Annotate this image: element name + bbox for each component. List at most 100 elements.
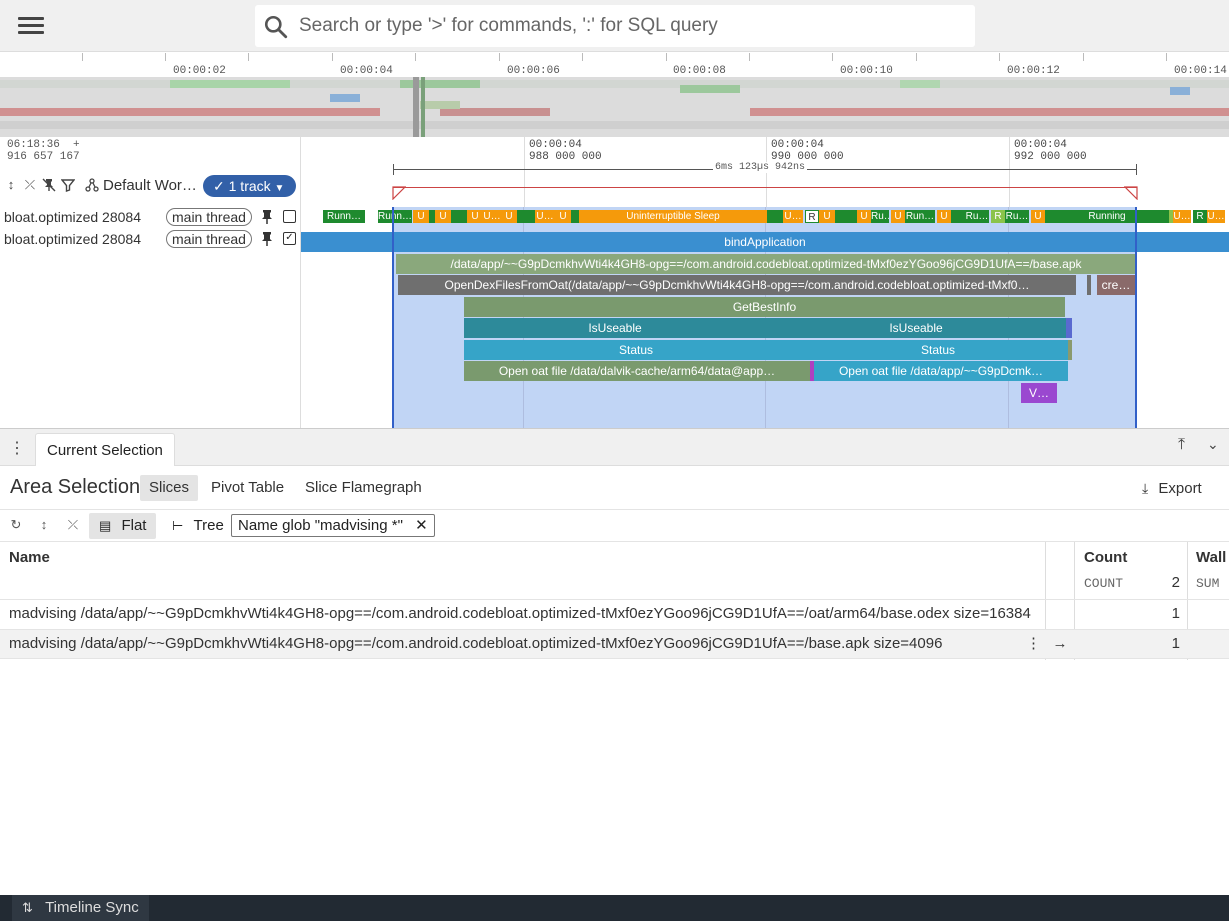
selection-start-handle[interactable]: [392, 186, 406, 200]
pin-icon[interactable]: [261, 231, 273, 247]
thread-state[interactable]: [835, 210, 857, 223]
thread-state[interactable]: U…: [1173, 210, 1191, 223]
thread-state[interactable]: Ru…: [965, 210, 989, 223]
slice-status[interactable]: Status: [464, 340, 808, 360]
expand-all-icon[interactable]: ↕: [4, 178, 18, 192]
thread-state[interactable]: [951, 210, 965, 223]
subtab-pivot-table[interactable]: Pivot Table: [202, 475, 293, 501]
tab-current-selection[interactable]: Current Selection: [35, 433, 175, 466]
thread-state[interactable]: U: [413, 210, 429, 223]
column-header-name[interactable]: Name: [9, 549, 50, 566]
thread-state[interactable]: U: [937, 210, 951, 223]
workspace-selector[interactable]: Default Wor…: [103, 177, 197, 194]
slice-small[interactable]: [1087, 275, 1091, 295]
tree-view-button[interactable]: ⊢ Tree: [166, 513, 230, 539]
track-checkbox[interactable]: [283, 210, 296, 223]
thread-state[interactable]: Runn…: [378, 210, 412, 223]
timeline-sync-button[interactable]: ⇅ Timeline Sync: [12, 895, 149, 921]
slice-v[interactable]: V…: [1021, 383, 1057, 403]
thread-state[interactable]: U: [1031, 210, 1045, 223]
thread-state[interactable]: [451, 210, 467, 223]
thread-state[interactable]: Running: [1045, 210, 1169, 223]
slice-base-apk[interactable]: /data/app/~~G9pDcmkhvWti4k4GH8-opg==/com…: [396, 254, 1136, 274]
row-count: 1: [1171, 605, 1180, 622]
table-icon: ▤: [99, 518, 112, 533]
refresh-icon[interactable]: ↻: [9, 518, 23, 532]
time-ruler[interactable]: 00:00:04 988 000 000 00:00:04 990 000 000 …: [301, 137, 1229, 207]
thread-state[interactable]: U: [555, 210, 571, 223]
flat-view-button[interactable]: ▤ Flat: [89, 513, 157, 539]
selection-end-handle[interactable]: [1124, 186, 1138, 200]
search-input[interactable]: [299, 5, 959, 47]
track-header-slices[interactable]: bloat.optimized 28084 main thread ✓: [0, 229, 301, 428]
maximize-panel-icon[interactable]: ⤒: [1178, 436, 1185, 454]
track-canvas[interactable]: Runn… Runn… U U U U… U U… U Uninterrupti…: [301, 207, 1229, 428]
omnibox[interactable]: [255, 5, 975, 47]
thread-state[interactable]: R: [991, 210, 1005, 223]
thread-state[interactable]: Run…: [905, 210, 935, 223]
collapse-panel-icon[interactable]: ⌄: [1207, 436, 1219, 453]
thread-state[interactable]: Ru…: [1005, 210, 1029, 223]
area-selection-bar[interactable]: [393, 187, 1137, 188]
filter-icon[interactable]: [60, 178, 76, 192]
table-row[interactable]: madvising /data/app/~~G9pDcmkhvWti4k4GH8…: [0, 629, 1229, 659]
thread-state[interactable]: Uninterruptible Sleep: [579, 210, 767, 223]
unpin-all-icon[interactable]: [42, 178, 56, 192]
time-offset-plus: +: [73, 139, 80, 151]
collapse-all-icon[interactable]: ⤫: [23, 178, 37, 192]
download-icon: ⤓: [1142, 480, 1149, 496]
export-button[interactable]: ⤓ Export: [1142, 475, 1202, 501]
thread-state[interactable]: U: [891, 210, 905, 223]
thread-state[interactable]: U: [501, 210, 517, 223]
table-row[interactable]: madvising /data/app/~~G9pDcmkhvWti4k4GH8…: [0, 599, 1229, 629]
count-total: 2: [1171, 574, 1180, 591]
expand-icon[interactable]: ↕: [37, 518, 51, 532]
thread-state[interactable]: R: [805, 210, 819, 223]
pin-icon[interactable]: [261, 209, 273, 225]
slice-bindapplication[interactable]: bindApplication: [301, 232, 1229, 252]
track-checkbox[interactable]: ✓: [283, 232, 296, 245]
slice-isuseable[interactable]: IsUseable: [766, 318, 1066, 338]
overview-timeline[interactable]: 00:00:02 00:00:04 00:00:06 00:00:08 00:0…: [0, 53, 1229, 137]
thread-state[interactable]: U: [435, 210, 451, 223]
column-header-wall[interactable]: Wall: [1196, 549, 1226, 566]
slice-opendexfiles[interactable]: OpenDexFilesFromOat(/data/app/~~G9pDcmkh…: [398, 275, 1076, 295]
slice-small[interactable]: [1068, 340, 1072, 360]
thread-state[interactable]: U: [857, 210, 871, 223]
selection-right-edge[interactable]: [1135, 207, 1137, 428]
go-to-arrow-icon[interactable]: →: [1052, 630, 1068, 658]
thread-state[interactable]: U…: [783, 210, 803, 223]
thread-state[interactable]: U…: [1207, 210, 1225, 223]
close-icon[interactable]: ✕: [415, 517, 428, 534]
slice-isuseable[interactable]: IsUseable: [464, 318, 766, 338]
track-count-button[interactable]: ✓ 1 track ▼: [203, 175, 296, 197]
slice-small[interactable]: [1066, 318, 1072, 338]
row-menu-icon[interactable]: ⋮: [1026, 630, 1038, 658]
collapse-icon[interactable]: ⤫: [66, 518, 80, 532]
dropdown-arrow-icon: ▼: [274, 183, 285, 194]
subtab-slices[interactable]: Slices: [140, 475, 199, 501]
slice-open-oat-file[interactable]: Open oat file /data/dalvik-cache/arm64/d…: [464, 361, 810, 381]
thread-state[interactable]: Runn…: [323, 210, 365, 223]
slice-status[interactable]: Status: [808, 340, 1068, 360]
more-vert-icon[interactable]: ⋮: [9, 438, 25, 458]
thread-state[interactable]: Ru…: [871, 210, 889, 223]
thread-state[interactable]: U: [819, 210, 835, 223]
track-header-thread-state[interactable]: bloat.optimized 28084 main thread: [0, 207, 301, 229]
selection-left-edge[interactable]: [392, 207, 394, 428]
subtab-slice-flamegraph[interactable]: Slice Flamegraph: [296, 475, 431, 501]
thread-state[interactable]: U…: [535, 210, 555, 223]
slice-cre[interactable]: cre…: [1097, 275, 1135, 295]
track-name: bloat.optimized 28084: [4, 231, 141, 247]
thread-state[interactable]: [517, 210, 535, 223]
slice-getbestinfo[interactable]: GetBestInfo: [464, 297, 1065, 317]
workspace-icon[interactable]: [85, 178, 99, 192]
thread-state[interactable]: [767, 210, 783, 223]
slice-open-oat-file[interactable]: Open oat file /data/app/~~G9pDcmk…: [814, 361, 1068, 381]
thread-state[interactable]: U: [467, 210, 483, 223]
thread-state[interactable]: U…: [483, 210, 501, 223]
thread-state[interactable]: [571, 210, 579, 223]
column-header-count[interactable]: Count: [1084, 549, 1127, 566]
thread-state[interactable]: R: [1193, 210, 1207, 223]
menu-icon[interactable]: [18, 13, 44, 39]
